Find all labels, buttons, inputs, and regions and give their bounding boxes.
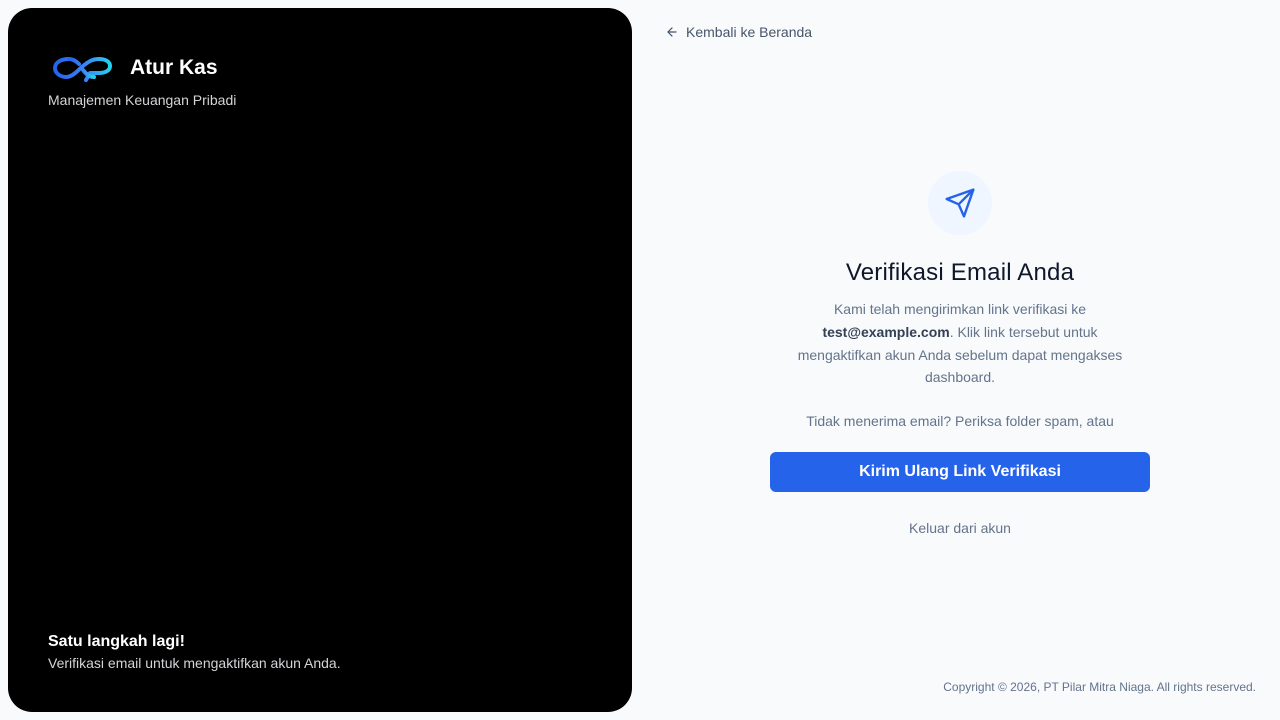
brand-panel: Atur Kas Manajemen Keuangan Pribadi Satu…	[8, 8, 632, 712]
verify-description: Kami telah mengirimkan link verifikasi k…	[780, 298, 1140, 389]
brand-block: Atur Kas Manajemen Keuangan Pribadi	[48, 52, 236, 108]
infinity-logo-icon	[53, 57, 112, 82]
left-footer: Satu langkah lagi! Verifikasi email untu…	[48, 633, 341, 671]
send-icon	[945, 188, 975, 218]
brand-row: Atur Kas	[48, 52, 236, 84]
copyright-text: Copyright © 2026, PT Pilar Mitra Niaga. …	[943, 680, 1256, 694]
left-footer-title: Satu langkah lagi!	[48, 633, 185, 650]
resend-verification-button[interactable]: Kirim Ulang Link Verifikasi	[770, 452, 1150, 493]
verify-card: Verifikasi Email Anda Kami telah mengiri…	[770, 171, 1150, 536]
resend-hint: Tidak menerima email? Periksa folder spa…	[806, 413, 1114, 430]
logout-link[interactable]: Keluar dari akun	[770, 520, 1150, 536]
arrow-left-icon	[667, 27, 677, 37]
back-to-home-link[interactable]: Kembali ke Beranda	[665, 24, 812, 40]
user-email: test@example.com	[822, 323, 950, 340]
page-title: Verifikasi Email Anda	[845, 259, 1075, 286]
brand-name: Atur Kas	[130, 56, 218, 79]
back-link-label: Kembali ke Beranda	[686, 24, 813, 40]
send-icon-badge	[928, 171, 992, 235]
left-footer-text: Verifikasi email untuk mengaktifkan akun…	[48, 655, 341, 671]
desc-before: Kami telah mengirimkan link verifikasi k…	[833, 301, 1087, 317]
verify-email-page: Atur Kas Manajemen Keuangan Pribadi Satu…	[0, 0, 1280, 720]
brand-tagline: Manajemen Keuangan Pribadi	[48, 92, 237, 108]
